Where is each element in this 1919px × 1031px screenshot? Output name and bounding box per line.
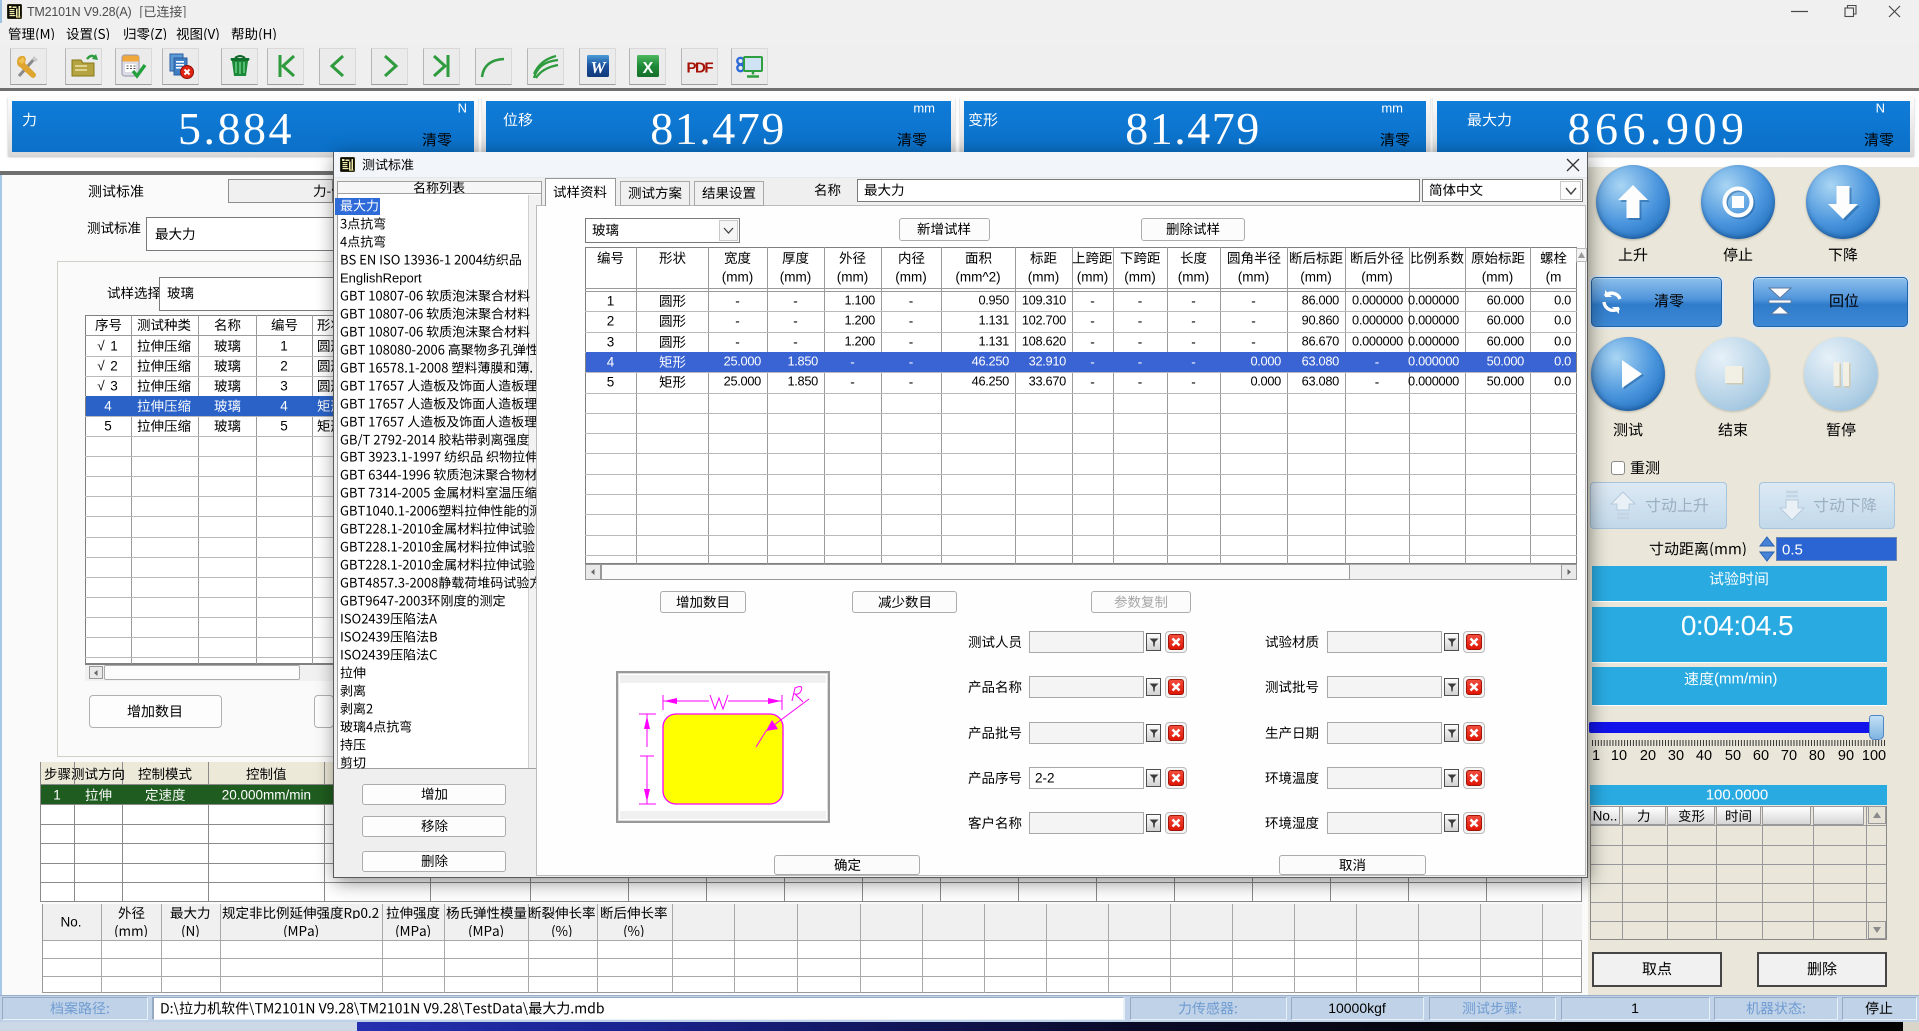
svg-text:X: X <box>643 60 654 77</box>
svg-text:PDF: PDF <box>687 60 714 77</box>
svg-text:W: W <box>590 58 607 77</box>
